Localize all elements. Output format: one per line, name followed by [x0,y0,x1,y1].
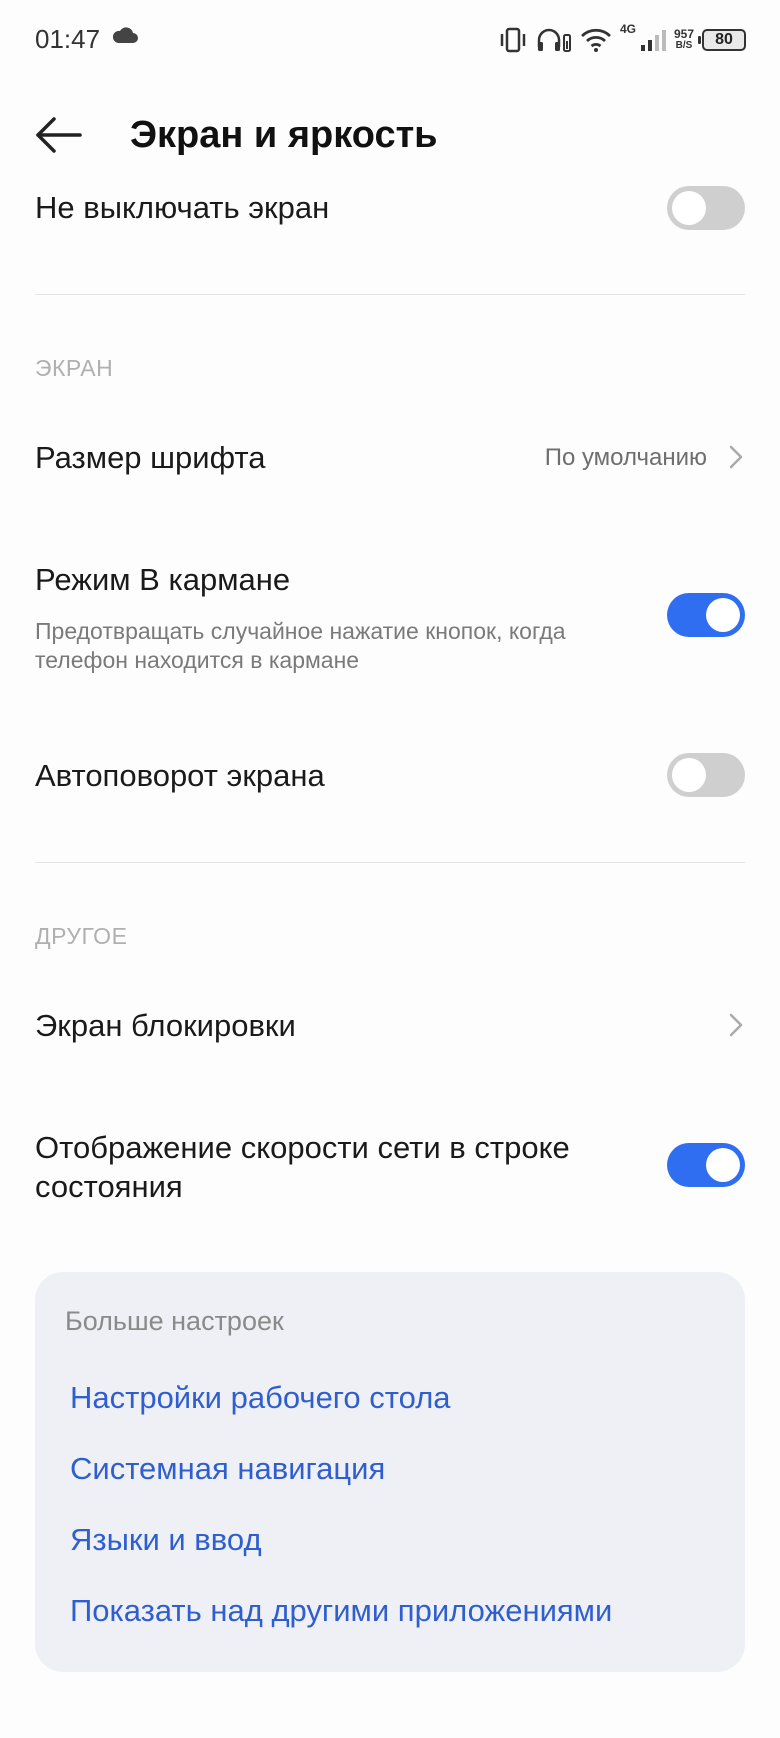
signal-icon [640,30,666,51]
screen: 01:47 4G 957 B/S 80 Экран и яркость Не в… [0,0,780,1738]
net-speed-unit: B/S [675,40,693,51]
pocket-mode-label: Режим В кармане [35,562,291,597]
wifi-icon [580,28,611,52]
link-languages-input[interactable]: Языки и ввод [70,1522,262,1558]
vibrate-icon [500,27,526,53]
headphones-battery-icon [537,28,571,52]
chevron-right-icon [729,1013,743,1037]
network-speed-label: Отображение скорости сети в строке состо… [35,1130,570,1204]
pocket-mode-description: Предотвращать случайное нажатие кнопок, … [35,618,566,673]
battery-icon: 80 [698,29,746,51]
section-label-other: ДРУГОЕ [35,923,128,949]
auto-rotate-toggle[interactable] [667,753,745,797]
link-desktop-settings[interactable]: Настройки рабочего стола [70,1380,451,1416]
network-speed-toggle[interactable] [667,1143,745,1187]
page-title: Экран и яркость [130,114,438,156]
keep-screen-on-label: Не выключать экран [35,190,330,225]
more-settings-card: Больше настроек Настройки рабочего стола… [35,1272,745,1672]
net-speed-value: 957 [673,27,694,41]
link-display-over-apps[interactable]: Показать над другими приложениями [70,1593,612,1629]
net-speed: 957 B/S [674,28,694,52]
divider [35,862,745,863]
divider [35,294,745,295]
more-settings-title: Больше настроек [65,1306,284,1336]
lock-screen-label: Экран блокировки [35,1008,296,1043]
back-arrow-icon[interactable] [34,115,84,155]
status-time: 01:47 [35,24,101,54]
network-type: 4G [619,22,636,36]
keep-screen-on-toggle[interactable] [667,186,745,230]
chevron-right-icon [729,445,743,469]
section-label-screen: ЭКРАН [35,355,114,381]
link-system-navigation[interactable]: Системная навигация [70,1451,385,1487]
auto-rotate-label: Автоповорот экрана [35,758,325,793]
battery-level: 80 [715,31,733,48]
status-bar: 01:47 4G 957 B/S 80 [0,0,780,80]
status-icons: 4G 957 B/S 80 [498,20,746,60]
font-size-label: Размер шрифта [35,440,266,475]
cloud-icon [112,27,138,43]
font-size-value: По умолчанию [544,444,707,471]
pocket-mode-toggle[interactable] [667,593,745,637]
